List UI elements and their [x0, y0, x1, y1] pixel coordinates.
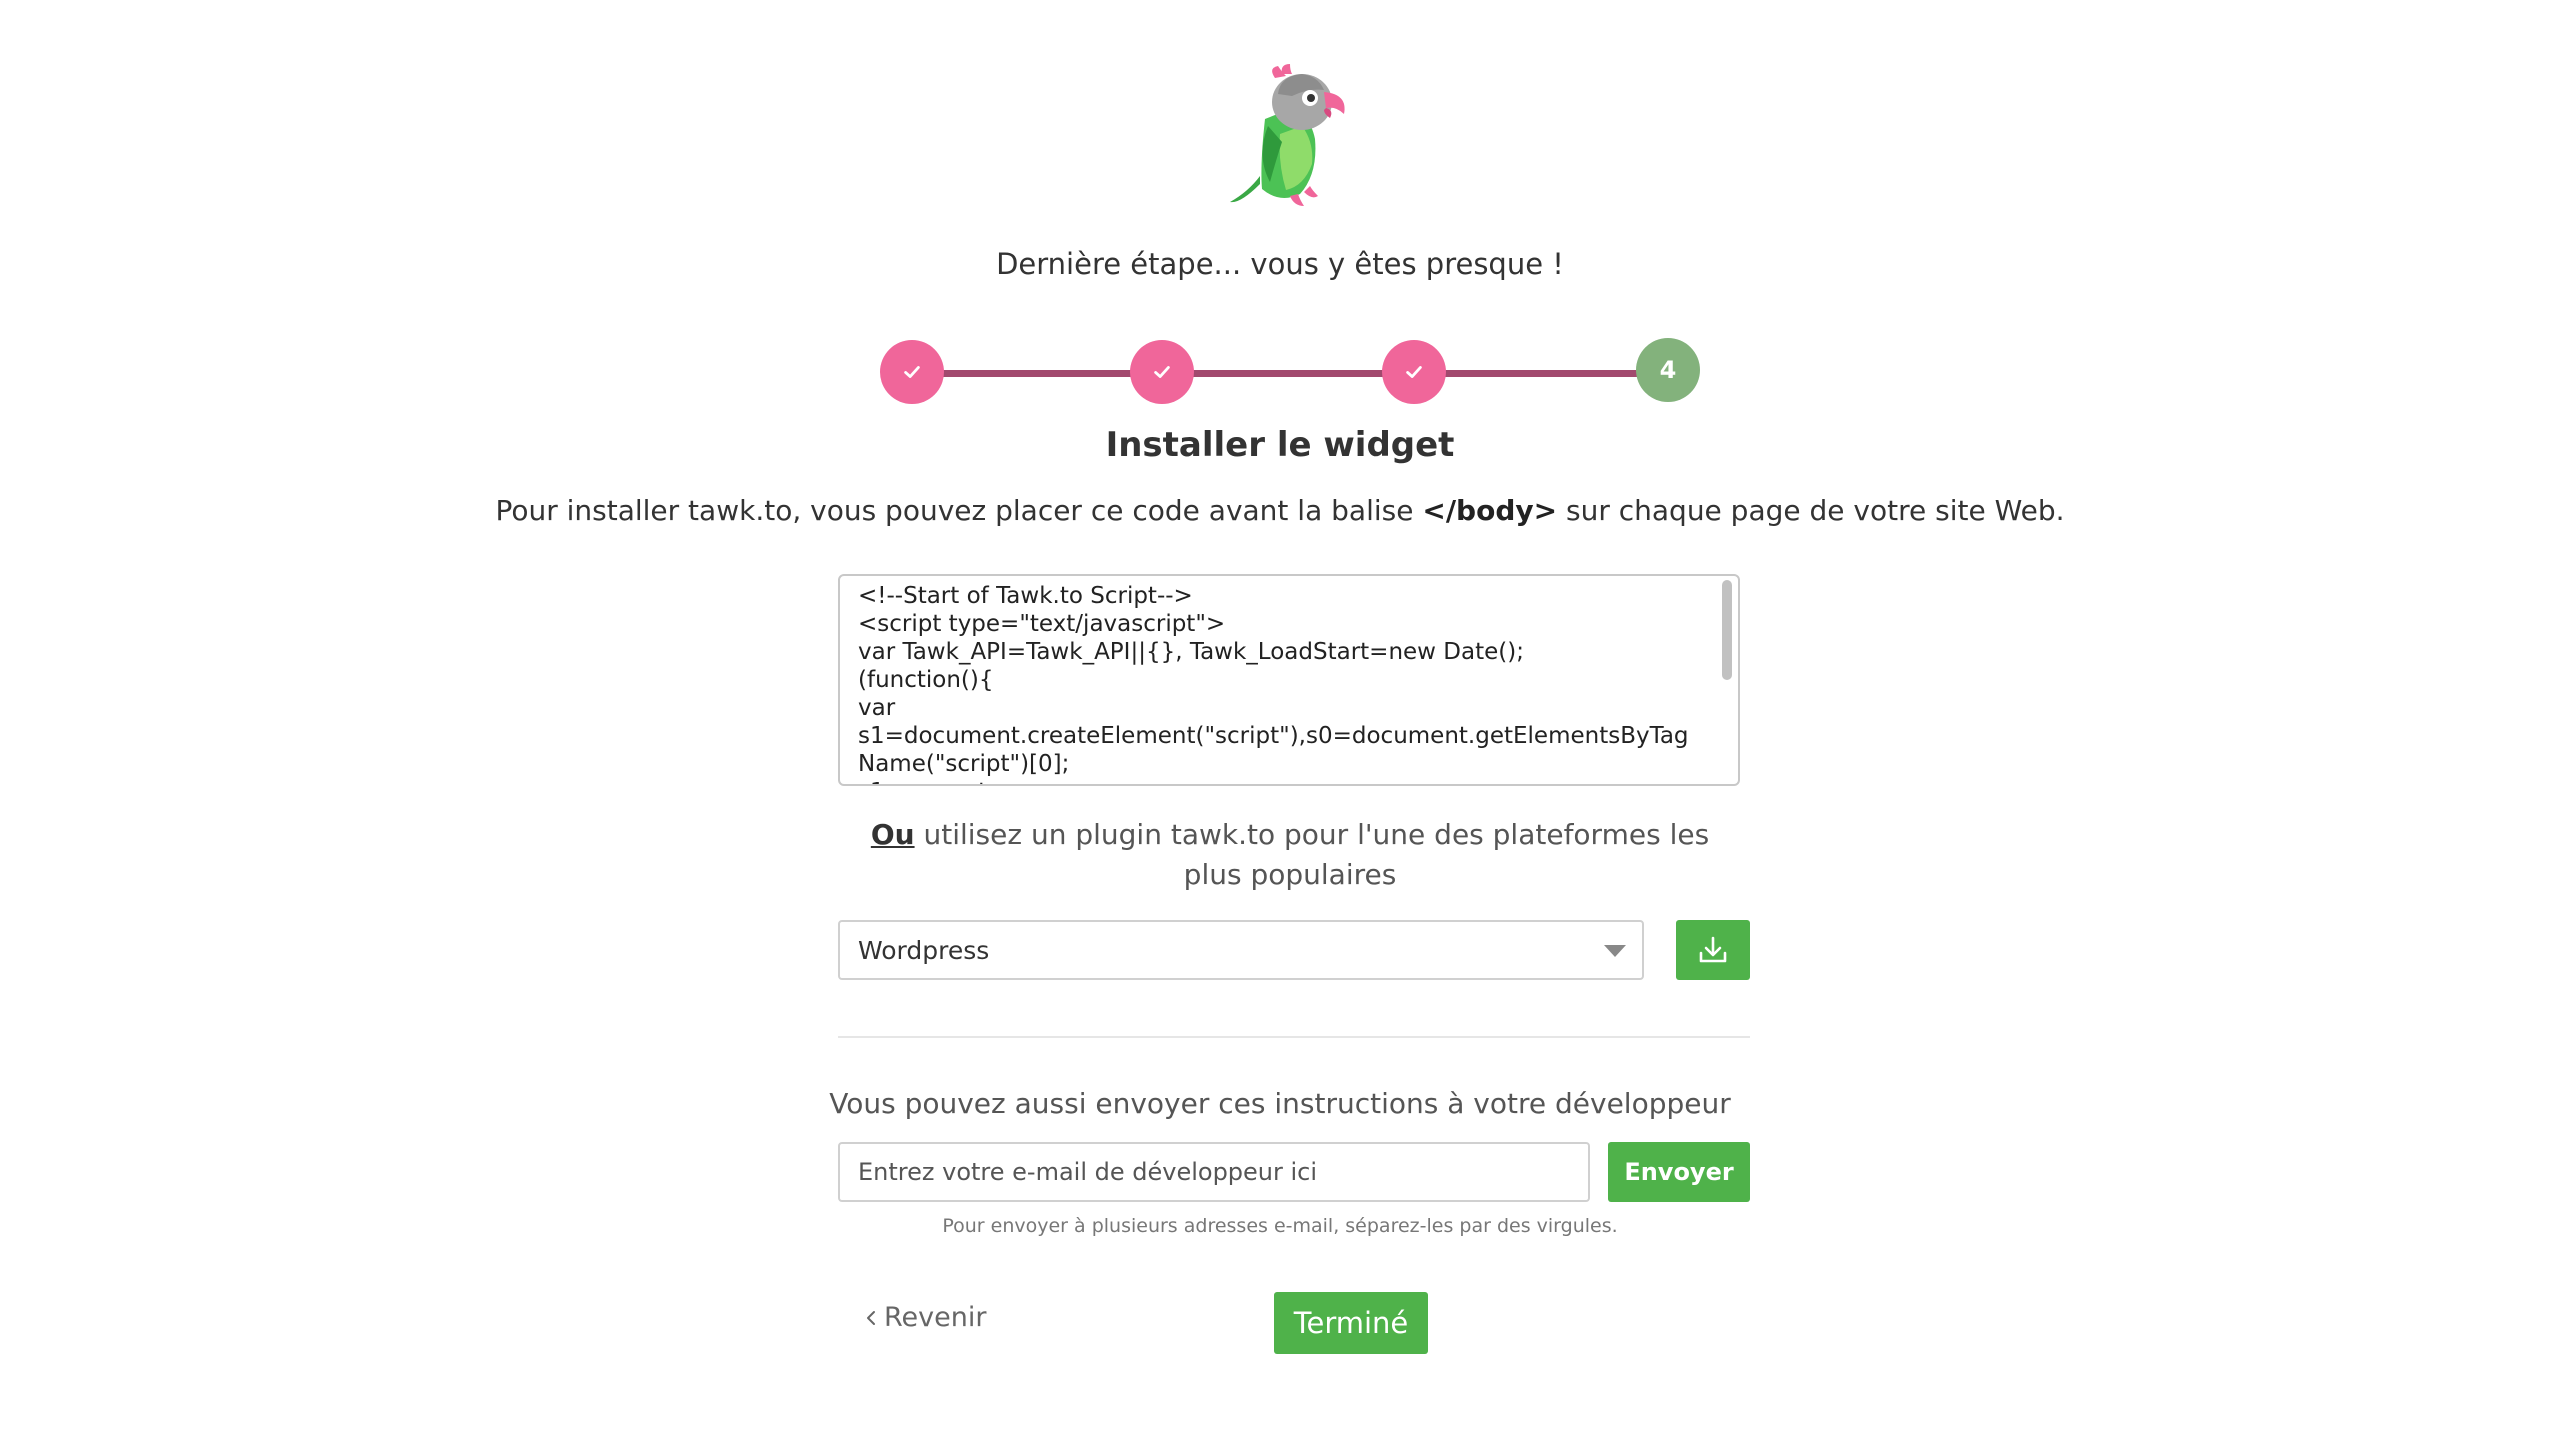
stepper-connector [1442, 370, 1660, 377]
parrot-logo-icon [1220, 64, 1360, 214]
step-3-complete [1382, 340, 1446, 404]
send-button[interactable]: Envoyer [1608, 1142, 1750, 1202]
page-subtitle: Dernière étape... vous y êtes presque ! [996, 247, 1564, 281]
plugin-text: utilisez un plugin tawk.to pour l'une de… [914, 818, 1710, 891]
check-icon [904, 366, 920, 378]
or-word: Ou [870, 818, 915, 851]
check-icon [1406, 366, 1422, 378]
widget-code-textarea[interactable]: <!--Start of Tawk.to Script--> <script t… [838, 574, 1740, 786]
back-label: Revenir [884, 1302, 987, 1333]
code-scrollbar[interactable] [1722, 580, 1732, 680]
progress-stepper: 4 [880, 338, 1710, 406]
download-plugin-button[interactable] [1676, 920, 1750, 980]
step-1-complete [880, 340, 944, 404]
email-hint: Pour envoyer à plusieurs adresses e-mail… [942, 1215, 1618, 1237]
body-tag-text: </body> [1422, 494, 1558, 527]
developer-email-input[interactable] [838, 1142, 1590, 1202]
platform-selected-value: Wordpress [858, 935, 990, 965]
stepper-connector [940, 370, 1152, 377]
developer-text: Vous pouvez aussi envoyer ces instructio… [829, 1087, 1731, 1120]
onboarding-page: Dernière étape... vous y êtes presque ! … [0, 0, 2560, 1442]
stepper-connector [1190, 370, 1406, 377]
platform-select[interactable]: Wordpress [838, 920, 1644, 980]
instruction-text-end: sur chaque page de votre site Web. [1557, 494, 2065, 527]
back-button[interactable]: Revenir [864, 1302, 986, 1333]
done-button[interactable]: Terminé [1274, 1292, 1428, 1354]
step-2-complete [1130, 340, 1194, 404]
section-title: Installer le widget [1105, 425, 1455, 465]
install-instruction: Pour installer tawk.to, vous pouvez plac… [0, 494, 2560, 527]
instruction-text: Pour installer tawk.to, vous pouvez plac… [495, 494, 1423, 527]
chevron-left-icon [867, 1310, 875, 1325]
step-4-current: 4 [1636, 338, 1700, 402]
widget-code[interactable]: <!--Start of Tawk.to Script--> <script t… [840, 576, 1738, 784]
plugin-instruction: Ou utilisez un plugin tawk.to pour l'une… [860, 815, 1720, 895]
chevron-down-icon [1604, 945, 1626, 957]
check-icon [1154, 366, 1170, 378]
download-icon [1699, 936, 1727, 963]
section-divider [838, 1036, 1750, 1038]
